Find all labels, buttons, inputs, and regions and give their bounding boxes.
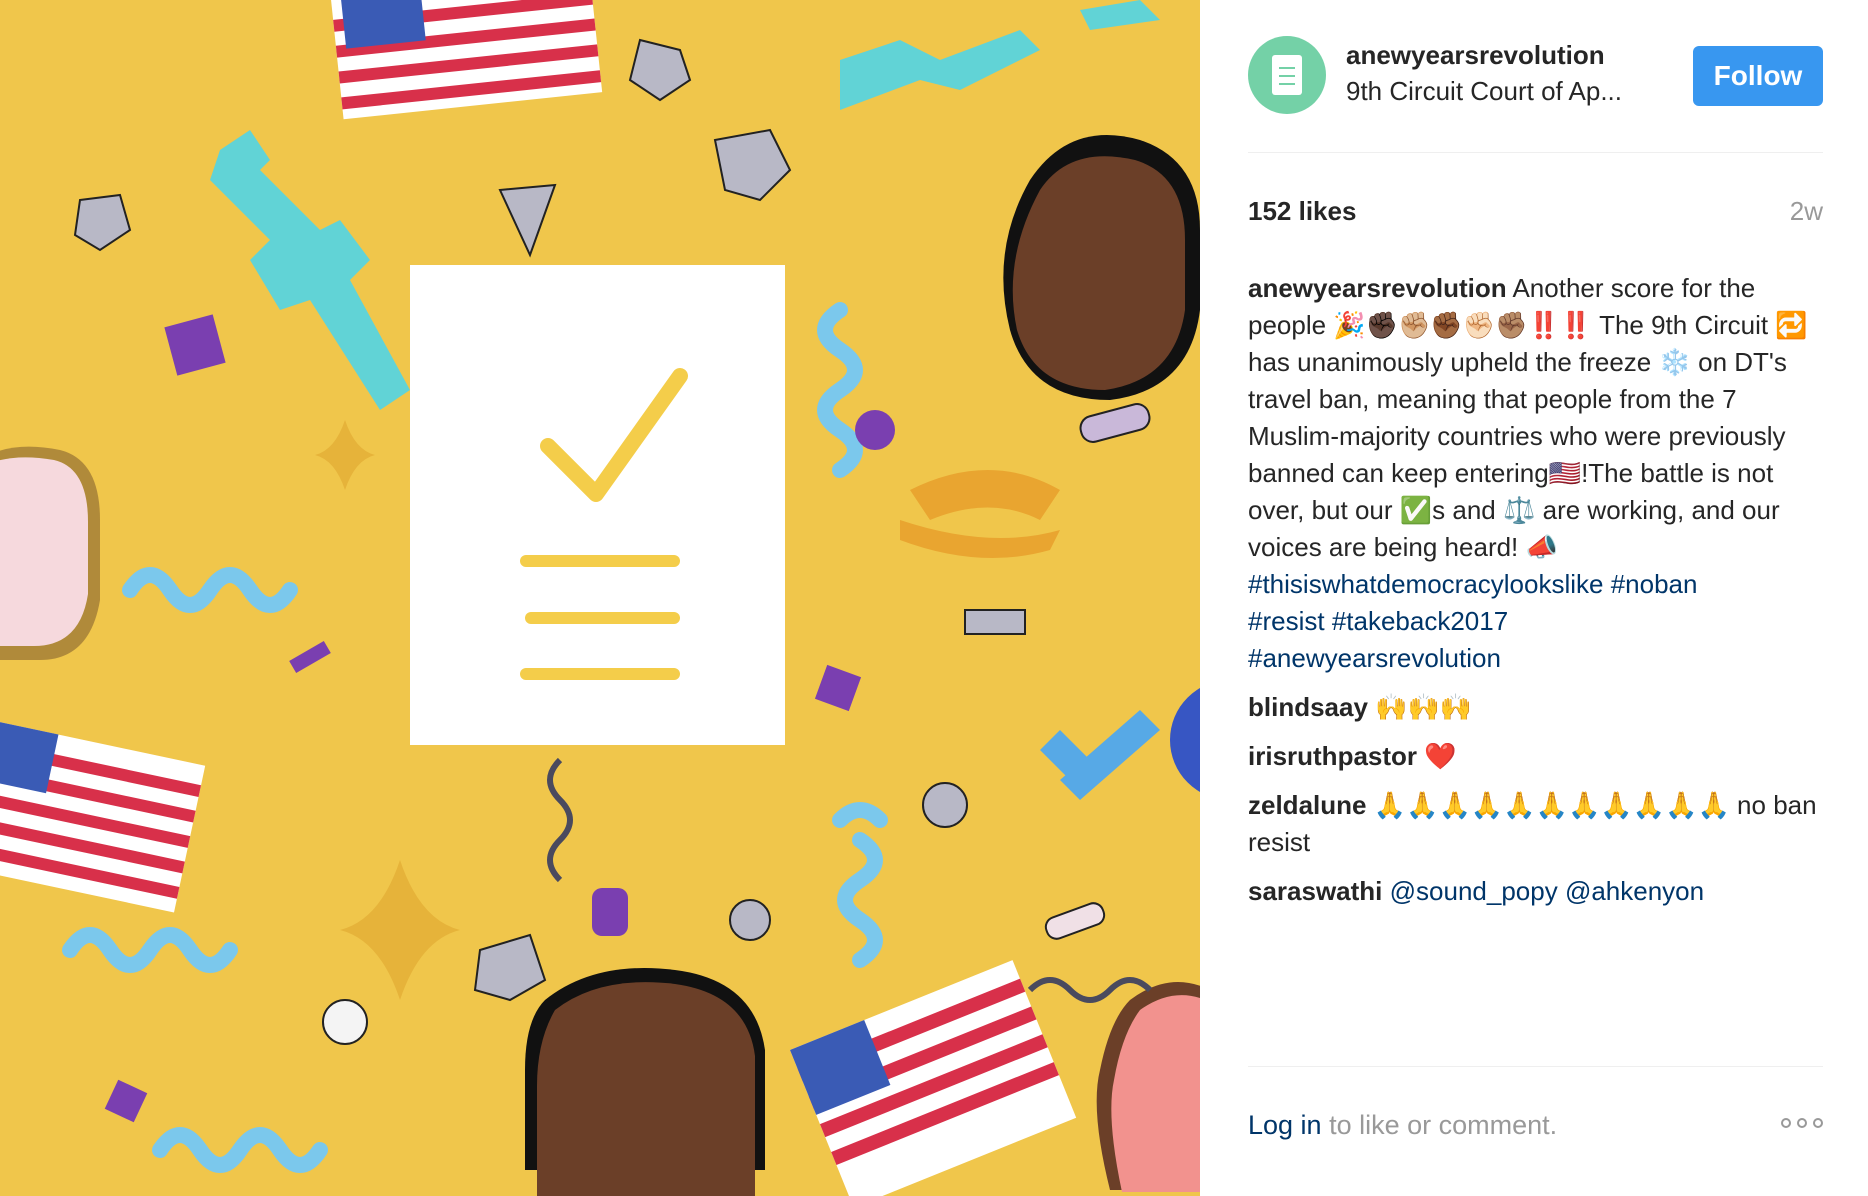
follow-button[interactable]: Follow — [1693, 46, 1823, 106]
comment: saraswathi @sound_popy @ahkenyon — [1248, 873, 1828, 910]
fist-light-left — [0, 446, 100, 660]
comment-mentions[interactable]: @sound_popy @ahkenyon — [1390, 876, 1704, 906]
header-divider — [1248, 152, 1823, 153]
caption-emoji-7: 📣 — [1525, 532, 1558, 562]
caption-emoji-5: ✅ — [1399, 495, 1433, 525]
caption-text-2: The 9th Circuit — [1599, 310, 1769, 340]
post-location[interactable]: 9th Circuit Court of Ap... — [1346, 76, 1656, 107]
likes-count[interactable]: 152 likes — [1248, 196, 1356, 227]
more-dot — [1797, 1118, 1807, 1128]
post-photo[interactable] — [0, 0, 1200, 1196]
photo-illustration — [0, 0, 1200, 1196]
hashtag-resist[interactable]: #resist — [1248, 606, 1325, 636]
caption-text-6: s and — [1432, 495, 1496, 525]
comment-author[interactable]: irisruthpastor — [1248, 741, 1417, 771]
caption-emoji-6: ⚖️ — [1503, 495, 1536, 525]
comment: irisruthpastor ❤️ — [1248, 738, 1828, 775]
comment-author[interactable]: saraswathi — [1248, 876, 1382, 906]
more-dot — [1781, 1118, 1791, 1128]
document-card — [410, 265, 785, 745]
caption-text-3: has unanimously upheld the freeze — [1248, 347, 1652, 377]
instagram-post: anewyearsrevolution 9th Circuit Court of… — [0, 0, 1868, 1196]
fist-dark-bottom — [525, 968, 765, 1196]
hashtag-thisiswhatdemocracylookslike[interactable]: #thisiswhatdemocracylookslike — [1248, 569, 1603, 599]
login-prompt: Log in to like or comment. — [1248, 1110, 1557, 1141]
caption-emoji-4: 🇺🇸 — [1548, 458, 1582, 488]
caption: anewyearsrevolution Another score for th… — [1248, 270, 1828, 677]
document-avatar-icon[interactable] — [1248, 36, 1326, 114]
caption-emoji-3: ❄️ — [1658, 347, 1691, 377]
comment: blindsaay 🙌🙌🙌 — [1248, 689, 1828, 726]
footer-divider — [1248, 1066, 1823, 1067]
login-rest: to like or comment. — [1329, 1110, 1558, 1140]
hashtag-takeback2017[interactable]: #takeback2017 — [1332, 606, 1508, 636]
hashtag-noban[interactable]: #noban — [1611, 569, 1698, 599]
comment-author[interactable]: blindsaay — [1248, 692, 1368, 722]
comment-text: 🙌🙌🙌 — [1375, 692, 1473, 722]
caption-emoji-1: 🎉✊🏿✊🏼✊🏾✊🏻✊🏽‼️‼️ — [1333, 310, 1593, 340]
caption-emoji-2: 🔁 — [1775, 310, 1808, 340]
post-username[interactable]: anewyearsrevolution — [1346, 40, 1605, 71]
post-age[interactable]: 2w — [1790, 196, 1823, 227]
more-dot — [1813, 1118, 1823, 1128]
login-link[interactable]: Log in — [1248, 1110, 1322, 1140]
avatar-document — [1272, 55, 1302, 95]
post-sidebar: anewyearsrevolution 9th Circuit Court of… — [1200, 0, 1868, 1196]
comments-list: anewyearsrevolution Another score for th… — [1248, 270, 1828, 922]
comment-text: ❤️ — [1424, 741, 1457, 771]
comment: zeldalune 🙏🙏🙏🙏🙏🙏🙏🙏🙏🙏🙏 no ban resist — [1248, 787, 1828, 861]
comment-author[interactable]: zeldalune — [1248, 790, 1366, 820]
caption-author[interactable]: anewyearsrevolution — [1248, 273, 1507, 303]
post-header: anewyearsrevolution 9th Circuit Court of… — [1248, 36, 1823, 116]
hashtag-anewyearsrevolution[interactable]: #anewyearsrevolution — [1248, 643, 1501, 673]
more-options-icon[interactable] — [1781, 1118, 1823, 1128]
